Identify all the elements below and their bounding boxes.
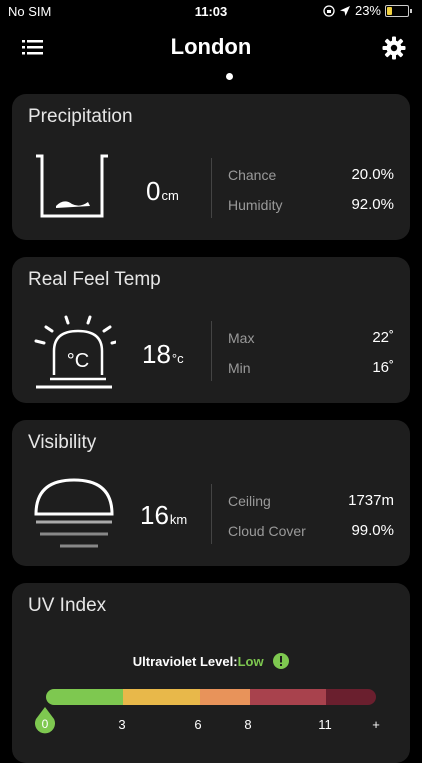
navigation-bar: London <box>0 30 422 70</box>
rotation-lock-icon <box>323 4 335 17</box>
uv-tick-label: 11 <box>318 717 332 732</box>
battery-percent: 23% <box>354 3 381 18</box>
page-indicator <box>226 73 233 80</box>
uv-segment-very-high <box>250 689 326 705</box>
svg-text:°C: °C <box>67 350 89 372</box>
uv-segment-moderate <box>123 689 200 705</box>
card-title: UV Index <box>28 595 107 616</box>
divider <box>211 484 212 544</box>
status-bar: No SIM 11:03 23% <box>0 0 422 24</box>
uv-level-label: Ultraviolet Level: <box>132 654 238 669</box>
chance-label: Chance <box>228 167 277 183</box>
card-title: Visibility <box>28 432 97 453</box>
uv-tick-label: 3 <box>118 717 126 732</box>
settings-button[interactable] <box>382 36 406 65</box>
uv-tick-label: 6 <box>194 717 202 732</box>
location-arrow-icon <box>339 5 350 16</box>
uv-level-text: Ultraviolet Level:Low <box>12 653 410 669</box>
rain-gauge-icon <box>36 154 108 218</box>
max-label: Max <box>228 330 255 346</box>
card-title: Precipitation <box>28 106 133 127</box>
uv-tick-label: + <box>372 717 380 732</box>
uv-index-card: UV Index Ultraviolet Level:Low 0 3 6 8 1… <box>12 583 410 763</box>
min-label: Min <box>228 360 251 376</box>
sun-fog-icon <box>34 478 114 548</box>
precipitation-card: Precipitation 0cm Chance 20.0% Humidity … <box>12 94 410 240</box>
thermometer-dome-icon: °C <box>34 315 116 389</box>
ceiling-value: 1737m <box>348 492 394 509</box>
uv-level-value: Low <box>237 654 264 669</box>
city-title: London <box>170 34 252 59</box>
uv-marker: 0 <box>35 707 55 734</box>
min-value: 16˚ <box>372 359 394 376</box>
divider <box>211 158 212 218</box>
card-title: Real Feel Temp <box>28 269 161 290</box>
status-indicators: 23% <box>323 3 412 18</box>
gear-icon <box>382 36 406 60</box>
cloud-cover-value: 99.0% <box>351 522 394 539</box>
uv-segment-low <box>46 689 123 705</box>
real-feel-value: 18°c <box>142 339 184 369</box>
divider <box>211 321 212 381</box>
humidity-label: Humidity <box>228 197 283 213</box>
uv-scale-bar <box>46 689 376 705</box>
max-value: 22˚ <box>372 329 394 346</box>
uv-tick-label: 8 <box>244 717 252 732</box>
real-feel-card: Real Feel Temp °C 18°c Max 22˚ Min 16˚ <box>12 257 410 403</box>
uv-segment-extreme <box>326 689 376 705</box>
chance-value: 20.0% <box>351 166 394 183</box>
visibility-card: Visibility 16km Ceiling 1737m Cloud Cove… <box>12 420 410 566</box>
precipitation-value: 0cm <box>146 176 179 206</box>
humidity-value: 92.0% <box>351 196 394 213</box>
info-icon[interactable] <box>273 653 290 669</box>
visibility-value: 16km <box>140 500 188 530</box>
cloud-cover-label: Cloud Cover <box>228 523 306 539</box>
uv-segment-high <box>200 689 250 705</box>
svg-text:0: 0 <box>42 717 49 731</box>
battery-icon <box>385 4 409 17</box>
ceiling-label: Ceiling <box>228 493 271 509</box>
